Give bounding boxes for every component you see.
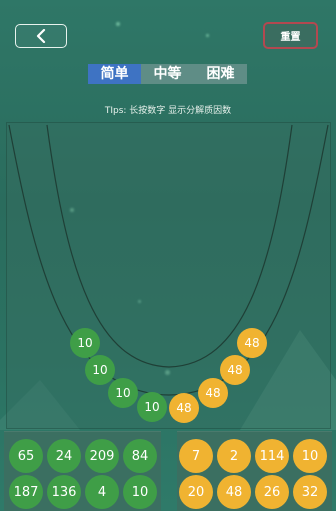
tray-ball-yellow[interactable]: 48 — [217, 475, 251, 509]
tray-ball-green[interactable]: 65 — [9, 439, 43, 473]
tray-ball-yellow[interactable]: 32 — [293, 475, 327, 509]
tab-medium[interactable]: 中等 — [141, 64, 194, 84]
chevron-left-icon — [36, 29, 46, 43]
bowl-curve — [8, 124, 329, 396]
bowl-ball-yellow[interactable]: 48 — [198, 378, 228, 408]
tray-ball-green[interactable]: 209 — [85, 439, 119, 473]
bowl-ball-green[interactable]: 10 — [137, 392, 167, 422]
tray-ball-yellow[interactable]: 114 — [255, 439, 289, 473]
right-number-tray: 7 2 114 10 20 48 26 32 — [177, 431, 332, 511]
bowl-ball-green[interactable]: 10 — [108, 378, 138, 408]
tray-ball-green[interactable]: 187 — [9, 475, 43, 509]
tray-ball-yellow[interactable]: 26 — [255, 475, 289, 509]
tray-ball-green[interactable]: 4 — [85, 475, 119, 509]
bowl-ball-yellow[interactable]: 48 — [169, 393, 199, 423]
tray-ball-yellow[interactable]: 2 — [217, 439, 251, 473]
tray-ball-yellow[interactable]: 10 — [293, 439, 327, 473]
bowl-ball-yellow[interactable]: 48 — [220, 355, 250, 385]
bowl-ball-green[interactable]: 10 — [85, 355, 115, 385]
back-button[interactable] — [15, 24, 67, 48]
difficulty-tabs: 简单 中等 困难 — [88, 64, 247, 84]
tab-easy[interactable]: 简单 — [88, 64, 141, 84]
tray-ball-green[interactable]: 84 — [123, 439, 157, 473]
tray-ball-yellow[interactable]: 7 — [179, 439, 213, 473]
bowl-ball-green[interactable]: 10 — [70, 328, 100, 358]
reset-button[interactable]: 重置 — [263, 22, 318, 49]
tab-hard[interactable]: 困难 — [194, 64, 247, 84]
tray-ball-green[interactable]: 24 — [47, 439, 81, 473]
tips-text: TIps: 长按数字 显示分解质因数 — [104, 106, 232, 116]
bowl-ball-yellow[interactable]: 48 — [237, 328, 267, 358]
tray-ball-green[interactable]: 136 — [47, 475, 81, 509]
left-number-tray: 65 24 209 84 187 136 4 10 — [4, 431, 161, 511]
tray-ball-green[interactable]: 10 — [123, 475, 157, 509]
tray-ball-yellow[interactable]: 20 — [179, 475, 213, 509]
bowl-panel — [6, 122, 331, 429]
